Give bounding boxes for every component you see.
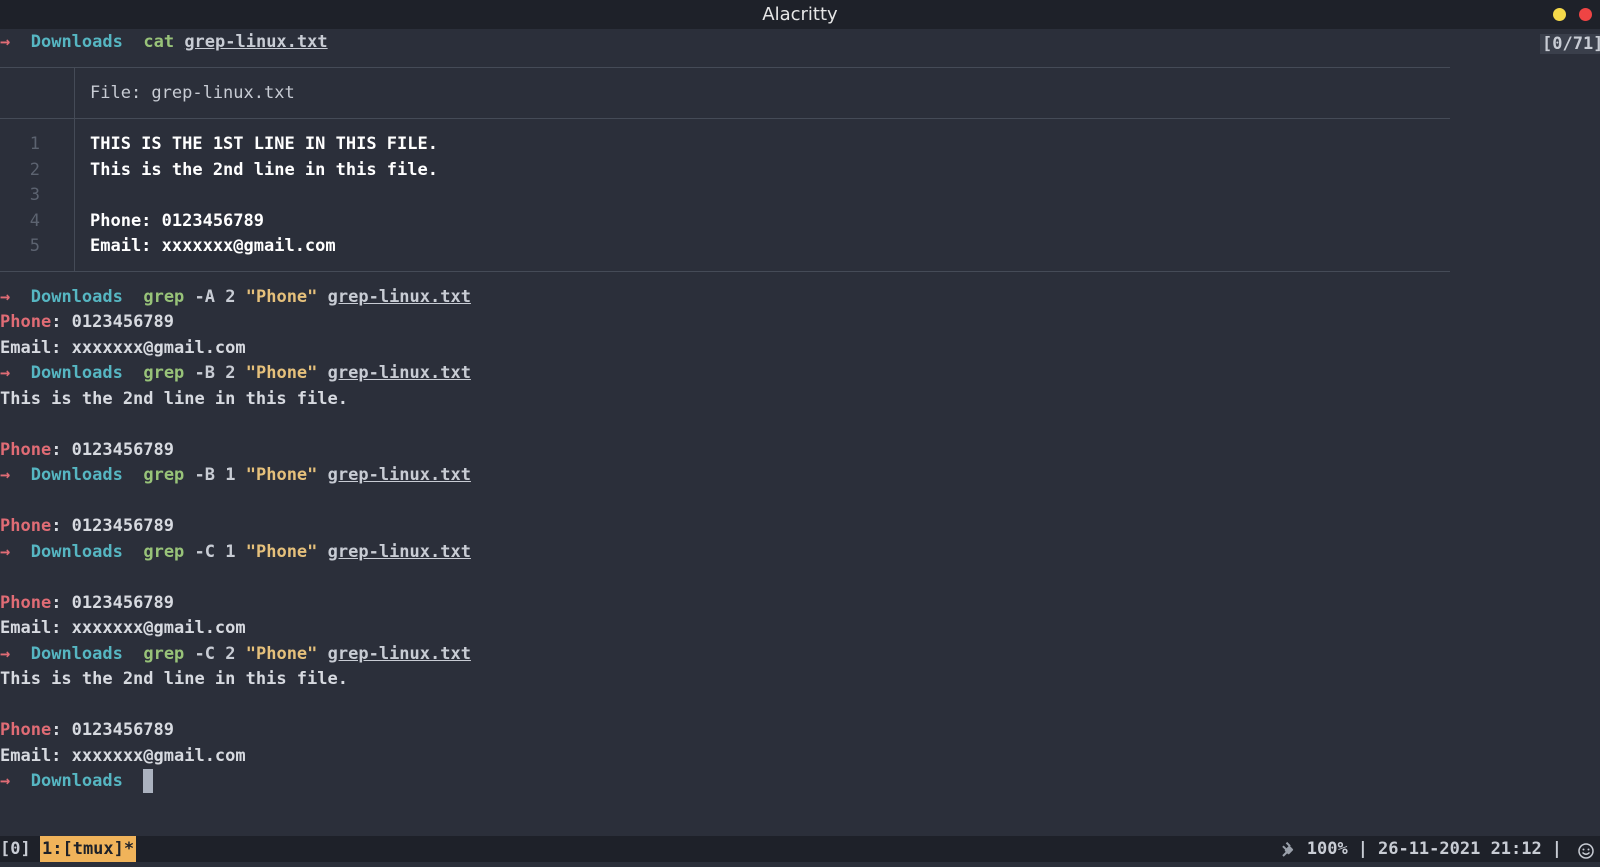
window-title: Alacritty xyxy=(762,4,838,25)
command-pattern: "Phone" xyxy=(245,465,318,485)
output-line: Phone: 0123456789 xyxy=(0,312,175,332)
line-number: 3 xyxy=(29,185,40,205)
current-prompt[interactable]: → Downloads xyxy=(0,768,154,794)
prompt-line: → Downloads grep -C 2 "Phone" grep-linux… xyxy=(0,641,471,667)
close-button[interactable] xyxy=(1579,8,1592,21)
line-number: 2 xyxy=(29,160,40,180)
command-name: grep xyxy=(143,363,185,383)
command-flag: -B 1 xyxy=(194,465,236,485)
output-line: Phone: 0123456789 xyxy=(0,440,175,460)
prompt-dir: Downloads xyxy=(30,542,123,562)
match-highlight: Phone xyxy=(0,720,52,740)
command-file: grep-linux.txt xyxy=(327,542,471,562)
prompt-dir: Downloads xyxy=(30,771,123,791)
title-bar: Alacritty xyxy=(0,0,1600,29)
status-datetime: 26-11-2021 21:12 xyxy=(1377,839,1542,859)
prompt-line: → Downloads grep -B 2 "Phone" grep-linux… xyxy=(0,360,471,386)
bat-bottom-rule xyxy=(0,271,1450,272)
command-pattern: "Phone" xyxy=(245,287,318,307)
output-line: Email: xxxxxxx@gmail.com xyxy=(0,746,246,766)
command-pattern: "Phone" xyxy=(245,644,318,664)
output-line: Email: xxxxxxx@gmail.com xyxy=(0,618,246,638)
line-number: 5 xyxy=(29,236,40,256)
prompt-dir: Downloads xyxy=(30,32,123,52)
prompt-arrow: → xyxy=(0,363,11,383)
prompt-arrow: → xyxy=(0,771,11,791)
output-line: This is the 2nd line in this file. xyxy=(0,389,348,409)
prompt-arrow: → xyxy=(0,32,11,52)
match-highlight: Phone xyxy=(0,516,52,536)
match-highlight: Phone xyxy=(0,440,52,460)
output-line: Phone: 0123456789 xyxy=(0,516,175,536)
output-line: Phone: 0123456789 xyxy=(0,720,175,740)
prompt-line: → Downloads cat grep-linux.txt xyxy=(0,29,328,55)
tmux-session[interactable]: [0] xyxy=(0,836,31,862)
file-line: This is the 2nd line in this file. xyxy=(90,160,438,180)
command-name: grep xyxy=(143,542,185,562)
command-flag: -C 2 xyxy=(194,644,236,664)
tmux-status-bar: [0] 1:[tmux]* 100% | 26-11-2021 21:12 | xyxy=(0,836,1600,862)
bat-gutter-divider xyxy=(74,118,75,271)
status-right: 100% | 26-11-2021 21:12 | xyxy=(1281,836,1594,862)
command-file: grep-linux.txt xyxy=(327,644,471,664)
match-highlight: Phone xyxy=(0,593,52,613)
bat-mid-rule xyxy=(0,118,1450,119)
line-number: 1 xyxy=(29,134,40,154)
command-pattern: "Phone" xyxy=(245,542,318,562)
command-flag: -A 2 xyxy=(194,287,236,307)
minimize-button[interactable] xyxy=(1553,8,1566,21)
bat-header-divider xyxy=(74,67,75,119)
battery-level: 100% xyxy=(1306,839,1348,859)
file-line: THIS IS THE 1ST LINE IN THIS FILE. xyxy=(90,134,438,154)
prompt-line: → Downloads grep -B 1 "Phone" grep-linux… xyxy=(0,462,471,488)
command-flag: -C 1 xyxy=(194,542,236,562)
prompt-arrow: → xyxy=(0,287,11,307)
command-name: cat xyxy=(143,32,175,52)
command-flag: -B 2 xyxy=(194,363,236,383)
command-pattern: "Phone" xyxy=(245,363,318,383)
command-file: grep-linux.txt xyxy=(327,363,471,383)
command-name: grep xyxy=(143,465,185,485)
prompt-dir: Downloads xyxy=(30,465,123,485)
command-file: grep-linux.txt xyxy=(184,32,328,52)
prompt-arrow: → xyxy=(0,465,11,485)
status-separator: | xyxy=(1357,839,1368,859)
file-line: Email: xxxxxxx@gmail.com xyxy=(90,236,336,256)
prompt-arrow: → xyxy=(0,644,11,664)
output-line: This is the 2nd line in this file. xyxy=(0,669,348,689)
command-name: grep xyxy=(143,287,185,307)
prompt-line: → Downloads grep -C 1 "Phone" grep-linux… xyxy=(0,539,471,565)
bat-file-header: File: grep-linux.txt xyxy=(90,83,295,103)
file-line: Phone: 0123456789 xyxy=(90,211,264,231)
command-file: grep-linux.txt xyxy=(327,465,471,485)
prompt-line: → Downloads grep -A 2 "Phone" grep-linux… xyxy=(0,284,471,310)
tmux-window-tab[interactable]: 1:[tmux]* xyxy=(40,836,137,862)
bat-top-rule xyxy=(0,67,1450,68)
scroll-counter: [0/71] xyxy=(1540,34,1600,54)
plug-icon xyxy=(1281,840,1299,858)
command-name: grep xyxy=(143,644,185,664)
prompt-dir: Downloads xyxy=(30,644,123,664)
output-line: Email: xxxxxxx@gmail.com xyxy=(0,338,246,358)
match-highlight: Phone xyxy=(0,312,52,332)
status-separator: | xyxy=(1551,839,1562,859)
output-line: Phone: 0123456789 xyxy=(0,593,175,613)
text-cursor[interactable] xyxy=(143,769,154,793)
prompt-dir: Downloads xyxy=(30,363,123,383)
line-number: 4 xyxy=(29,211,40,231)
prompt-arrow: → xyxy=(0,542,11,562)
command-file: grep-linux.txt xyxy=(327,287,471,307)
smiley-icon xyxy=(1578,841,1594,859)
prompt-dir: Downloads xyxy=(30,287,123,307)
